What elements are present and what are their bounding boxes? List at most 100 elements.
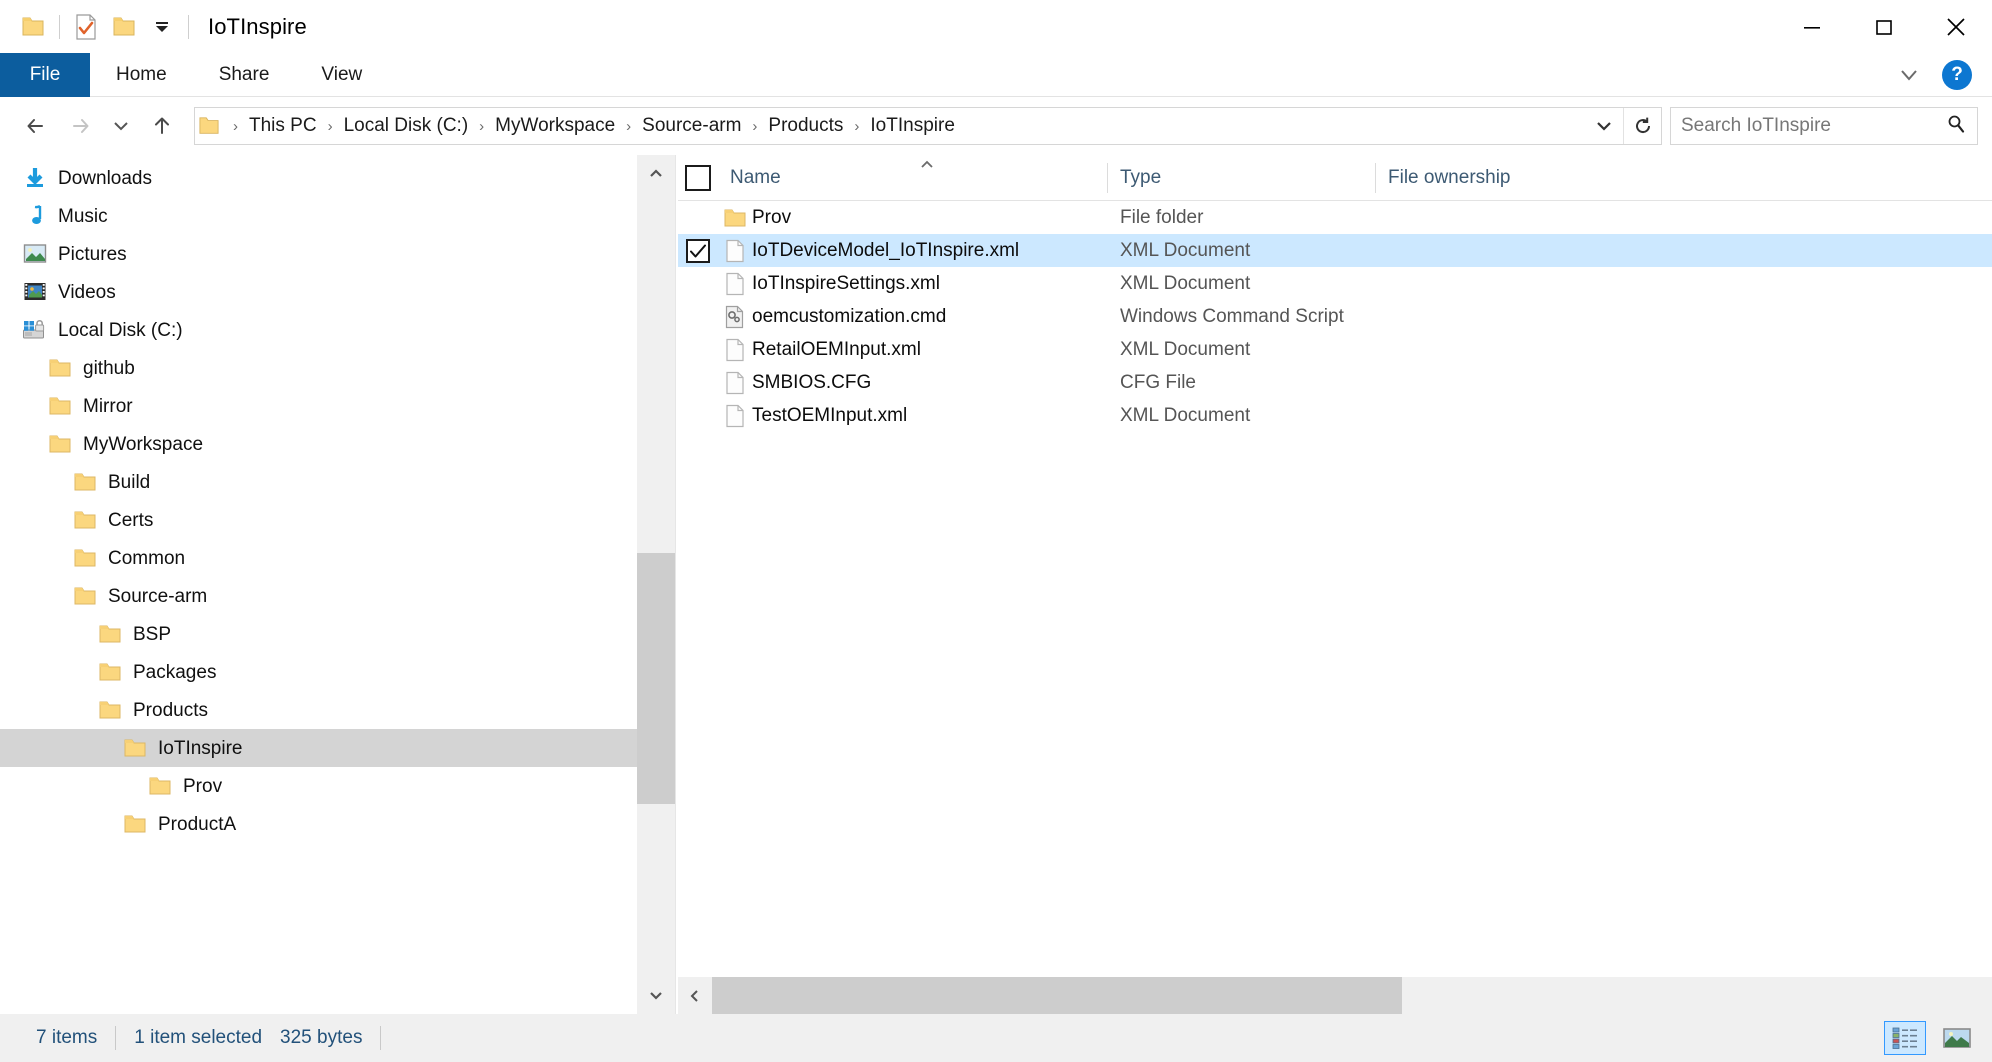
tab-file[interactable]: File xyxy=(0,53,90,97)
table-row[interactable]: oemcustomization.cmdWindows Command Scri… xyxy=(678,300,1992,333)
tree-scroll-thumb[interactable] xyxy=(637,553,675,804)
scroll-up-arrow-icon[interactable] xyxy=(637,155,675,193)
sidebar-item-pictures[interactable]: Pictures xyxy=(0,235,675,273)
tree-vertical-scrollbar[interactable] xyxy=(637,155,675,1014)
sidebar-item-label: Products xyxy=(133,701,208,720)
maximize-button[interactable] xyxy=(1848,0,1920,53)
table-row[interactable]: IoTDeviceModel_IoTInspire.xmlXML Documen… xyxy=(678,234,1992,267)
checkbox-icon[interactable] xyxy=(685,165,711,191)
file-icon xyxy=(718,272,752,296)
new-folder-icon[interactable] xyxy=(105,8,143,46)
sidebar-item-common[interactable]: Common xyxy=(0,539,675,577)
sidebar-item-local-disk-c[interactable]: Local Disk (C:) xyxy=(0,311,675,349)
chevron-down-icon[interactable] xyxy=(1890,56,1928,94)
breadcrumb-separator[interactable]: › xyxy=(624,118,633,135)
close-button[interactable] xyxy=(1920,0,1992,53)
file-type: File folder xyxy=(1108,207,1376,229)
search-icon[interactable] xyxy=(1945,113,1967,140)
tab-share[interactable]: Share xyxy=(193,53,296,97)
window-controls xyxy=(1776,0,1992,53)
hscroll-track[interactable] xyxy=(712,977,1992,1015)
checkbox-checked-icon[interactable] xyxy=(686,239,710,263)
pictures-icon xyxy=(22,243,48,265)
table-row[interactable]: RetailOEMInput.xmlXML Document xyxy=(678,333,1992,366)
sidebar-item-iotinspire[interactable]: IoTInspire xyxy=(0,729,675,767)
scroll-left-arrow-icon[interactable] xyxy=(678,977,712,1015)
breadcrumb-separator[interactable]: › xyxy=(750,118,759,135)
sidebar-item-label: Mirror xyxy=(83,397,133,416)
forward-button[interactable] xyxy=(58,104,102,148)
folder-icon xyxy=(97,623,123,645)
tab-view[interactable]: View xyxy=(295,53,388,97)
address-bar: › This PC › Local Disk (C:) › MyWorkspac… xyxy=(0,97,1992,155)
table-row[interactable]: SMBIOS.CFGCFG File xyxy=(678,366,1992,399)
search-input[interactable] xyxy=(1681,115,1945,137)
breadcrumb-item-iotinspire[interactable]: IoTInspire xyxy=(861,115,963,137)
column-header-type[interactable]: Type xyxy=(1108,155,1376,201)
up-button[interactable] xyxy=(140,104,184,148)
sidebar-item-prov[interactable]: Prov xyxy=(0,767,675,805)
sidebar-item-source-arm[interactable]: Source-arm xyxy=(0,577,675,615)
breadcrumb-item-source-arm[interactable]: Source-arm xyxy=(633,115,750,137)
table-row[interactable]: IoTInspireSettings.xmlXML Document xyxy=(678,267,1992,300)
title-divider xyxy=(188,15,189,39)
breadcrumb-separator[interactable]: › xyxy=(477,118,486,135)
breadcrumb-separator[interactable]: › xyxy=(326,118,335,135)
column-header-file-ownership-label: File ownership xyxy=(1388,167,1511,189)
sidebar-item-packages[interactable]: Packages xyxy=(0,653,675,691)
sidebar-item-bsp[interactable]: BSP xyxy=(0,615,675,653)
breadcrumb-item-this-pc[interactable]: This PC xyxy=(240,115,326,137)
folder-icon xyxy=(47,433,73,455)
sidebar-item-label: Downloads xyxy=(58,169,152,188)
sidebar-item-github[interactable]: github xyxy=(0,349,675,387)
scroll-down-arrow-icon[interactable] xyxy=(637,976,675,1014)
sidebar-item-mirror[interactable]: Mirror xyxy=(0,387,675,425)
properties-icon[interactable] xyxy=(67,8,105,46)
breadcrumb-item-local-disk[interactable]: Local Disk (C:) xyxy=(335,115,478,137)
music-icon xyxy=(22,205,48,227)
select-all-checkbox[interactable] xyxy=(678,165,718,191)
tree-scroll-track[interactable] xyxy=(637,193,675,976)
help-button[interactable]: ? xyxy=(1942,60,1972,90)
customize-dropdown-icon[interactable] xyxy=(143,8,181,46)
minimize-button[interactable] xyxy=(1776,0,1848,53)
breadcrumb-item-myworkspace[interactable]: MyWorkspace xyxy=(486,115,624,137)
status-bar: 7 items 1 item selected 325 bytes xyxy=(0,1014,1992,1062)
search-box[interactable] xyxy=(1670,107,1978,145)
file-list-horizontal-scrollbar[interactable] xyxy=(678,976,1992,1014)
status-selection: 1 item selected xyxy=(116,1025,280,1051)
breadcrumb-separator[interactable]: › xyxy=(852,118,861,135)
breadcrumb-item-products[interactable]: Products xyxy=(759,115,852,137)
column-header-file-ownership[interactable]: File ownership xyxy=(1376,155,1992,201)
file-rows: ProvFile folderIoTDeviceModel_IoTInspire… xyxy=(678,201,1992,976)
sidebar-item-label: github xyxy=(83,359,135,378)
folder-icon xyxy=(97,661,123,683)
title-bar: IoTInspire xyxy=(0,0,1992,53)
breadcrumb-bar[interactable]: › This PC › Local Disk (C:) › MyWorkspac… xyxy=(194,107,1662,145)
sidebar-item-build[interactable]: Build xyxy=(0,463,675,501)
row-checkbox[interactable] xyxy=(678,239,718,263)
breadcrumb-separator[interactable]: › xyxy=(231,118,240,135)
sidebar-item-producta[interactable]: ProductA xyxy=(0,805,675,843)
sidebar-item-certs[interactable]: Certs xyxy=(0,501,675,539)
table-row[interactable]: TestOEMInput.xmlXML Document xyxy=(678,399,1992,432)
folder-icon xyxy=(72,471,98,493)
folder-icon[interactable] xyxy=(14,8,52,46)
table-row[interactable]: ProvFile folder xyxy=(678,201,1992,234)
file-name: TestOEMInput.xml xyxy=(752,405,1108,427)
refresh-icon[interactable] xyxy=(1623,108,1661,144)
sidebar-item-products[interactable]: Products xyxy=(0,691,675,729)
large-icons-view-button[interactable] xyxy=(1936,1021,1978,1055)
sidebar-item-videos[interactable]: Videos xyxy=(0,273,675,311)
sidebar-item-myworkspace[interactable]: MyWorkspace xyxy=(0,425,675,463)
sidebar-item-music[interactable]: Music xyxy=(0,197,675,235)
sidebar-item-downloads[interactable]: Downloads xyxy=(0,159,675,197)
details-view-button[interactable] xyxy=(1884,1021,1926,1055)
column-header-name[interactable]: Name xyxy=(718,155,1108,201)
recent-locations-button[interactable] xyxy=(102,104,140,148)
back-button[interactable] xyxy=(14,104,58,148)
address-dropdown-icon[interactable] xyxy=(1585,108,1623,144)
folder-icon xyxy=(47,357,73,379)
hscroll-thumb[interactable] xyxy=(712,977,1402,1015)
tab-home[interactable]: Home xyxy=(90,53,193,97)
